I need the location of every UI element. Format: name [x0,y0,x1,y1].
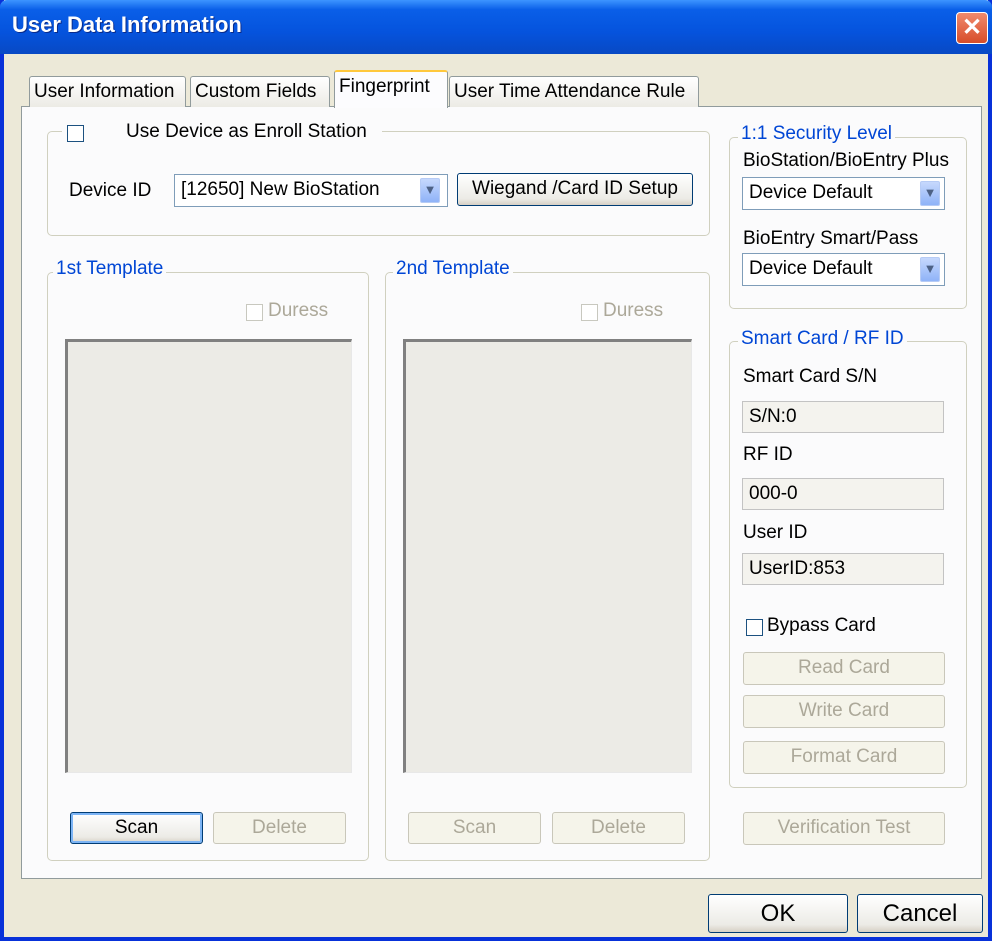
device-id-value: [12650] New BioStation [181,179,380,200]
security-level-legend: 1:1 Security Level [738,123,896,145]
verification-test-button[interactable]: Verification Test [743,812,945,845]
tab-label: Fingerprint [339,76,430,97]
ok-button[interactable]: OK [708,894,848,933]
chevron-down-icon[interactable]: ▼ [920,181,940,206]
write-card-button[interactable]: Write Card [743,695,945,728]
device-id-label: Device ID [69,180,152,201]
tab-label: User Information [34,81,175,102]
window-title: User Data Information [12,12,242,37]
enroll-station-label: Use Device as Enroll Station [126,121,367,142]
smart-card-legend: Smart Card / RF ID [738,328,907,350]
smart-card-sn-field[interactable]: S/N:0 [742,401,944,433]
tab-label: User Time Attendance Rule [454,81,686,102]
rf-id-field[interactable]: 000-0 [742,478,944,510]
biostation-security-value: Device Default [749,182,873,203]
device-id-select[interactable]: [12650] New BioStation ▼ [174,174,448,207]
template1-fingerprint-image [65,339,352,773]
tab-label: Custom Fields [195,81,317,102]
template1-delete-button[interactable]: Delete [213,812,346,844]
tab-fingerprint[interactable]: Fingerprint [334,70,448,108]
template2-legend: 2nd Template [393,258,513,280]
tab-custom-fields[interactable]: Custom Fields [190,76,330,107]
close-icon[interactable]: ✕ [956,12,988,44]
bioentry-security-value: Device Default [749,258,873,279]
template1-duress-label: Duress [268,300,329,321]
template1-legend: 1st Template [53,258,167,280]
template2-delete-button[interactable]: Delete [552,812,685,844]
bioentry-security-select[interactable]: Device Default ▼ [742,253,945,286]
template2-scan-button[interactable]: Scan [408,812,541,844]
template2-duress-label: Duress [603,300,664,321]
bioentry-label: BioEntry Smart/Pass [743,228,919,249]
template2-duress-checkbox[interactable] [581,304,598,321]
wiegand-card-id-setup-button[interactable]: Wiegand /Card ID Setup [457,173,693,206]
user-id-field[interactable]: UserID:853 [742,553,944,585]
cancel-button[interactable]: Cancel [857,894,983,933]
biostation-label: BioStation/BioEntry Plus [743,150,949,171]
rf-id-label: RF ID [743,444,793,465]
chevron-down-icon[interactable]: ▼ [420,178,440,203]
bypass-card-checkbox[interactable] [746,619,763,636]
tab-user-information[interactable]: User Information [29,76,186,107]
read-card-button[interactable]: Read Card [743,652,945,685]
chevron-down-icon[interactable]: ▼ [920,257,940,282]
template1-scan-button[interactable]: Scan [70,812,203,844]
user-id-label: User ID [743,522,808,543]
bypass-card-label: Bypass Card [767,615,876,636]
tab-user-time-attendance-rule[interactable]: User Time Attendance Rule [449,76,699,107]
smart-card-sn-label: Smart Card S/N [743,366,878,387]
biostation-security-select[interactable]: Device Default ▼ [742,177,945,210]
template2-fingerprint-image [403,339,692,773]
format-card-button[interactable]: Format Card [743,741,945,774]
template1-duress-checkbox[interactable] [246,304,263,321]
enroll-station-checkbox[interactable] [67,125,84,142]
